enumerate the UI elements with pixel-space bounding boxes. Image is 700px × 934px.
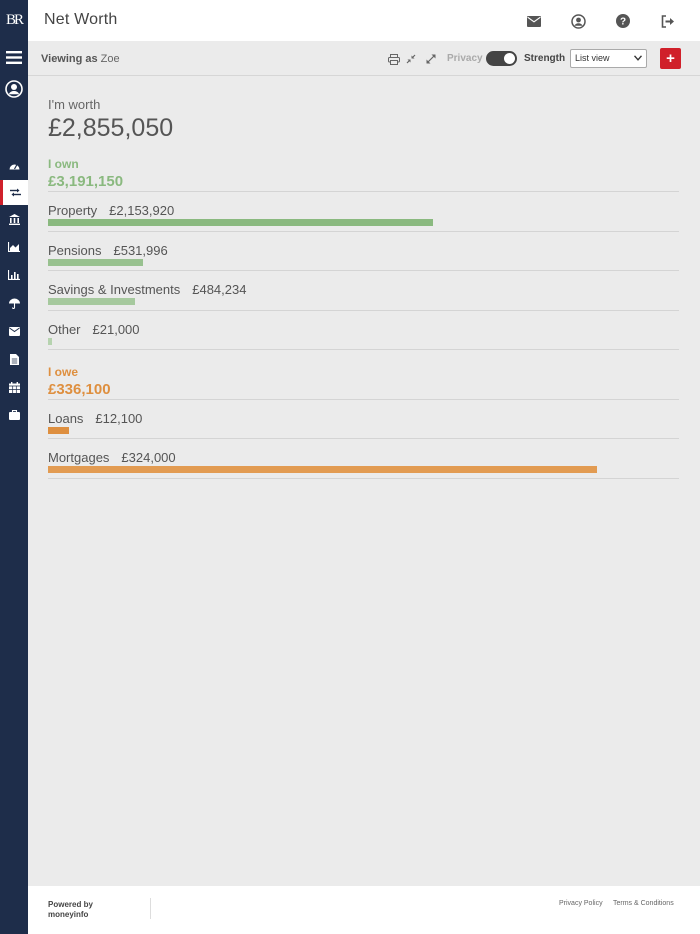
asset-name: Savings & Investments — [48, 282, 181, 297]
area-chart-icon[interactable] — [0, 240, 28, 254]
sidebar: BR — [0, 0, 28, 934]
transfer-arrows-icon[interactable] — [0, 180, 28, 205]
liability-name: Mortgages — [48, 450, 110, 465]
asset-bar-other — [48, 338, 52, 345]
expand-icon[interactable] — [424, 52, 438, 66]
view-mode-value: List view — [575, 53, 610, 63]
asset-row-savings[interactable]: Savings & Investments £484,234 — [48, 282, 246, 297]
asset-row-pensions[interactable]: Pensions £531,996 — [48, 243, 168, 258]
asset-amount: £21,000 — [92, 322, 140, 337]
divider — [48, 310, 679, 311]
liability-name: Loans — [48, 411, 84, 426]
viewing-as-label: Viewing as — [41, 53, 98, 65]
asset-row-other[interactable]: Other £21,000 — [48, 322, 140, 337]
view-mode-select[interactable]: List view — [570, 49, 647, 68]
brand-logo[interactable]: BR — [0, 0, 28, 41]
asset-bar-savings — [48, 298, 135, 305]
powered-by-label: Powered by — [48, 900, 93, 909]
asset-amount: £2,153,920 — [109, 203, 175, 218]
top-header: Net Worth ? — [28, 0, 700, 41]
plus-icon: + — [666, 50, 675, 67]
user-circle-icon[interactable] — [0, 80, 28, 98]
asset-bar-property — [48, 219, 433, 226]
asset-name: Other — [48, 322, 81, 337]
divider — [48, 191, 679, 192]
worth-label: I'm worth — [48, 97, 101, 112]
dashboard-icon[interactable] — [0, 158, 28, 172]
worth-value: £2,855,050 — [48, 114, 174, 142]
privacy-label: Privacy — [447, 53, 483, 64]
owe-total: £336,100 — [48, 381, 111, 398]
document-icon[interactable] — [0, 352, 28, 366]
logout-icon[interactable] — [658, 11, 678, 31]
own-section-label: I own — [48, 157, 79, 171]
powered-by: Powered by moneyinfo — [48, 900, 93, 920]
divider — [48, 270, 679, 271]
divider — [48, 399, 679, 400]
viewing-as: Viewing as Zoe — [41, 53, 120, 65]
divider — [48, 438, 679, 439]
divider — [48, 349, 679, 350]
help-question-icon[interactable]: ? — [613, 11, 633, 31]
asset-bar-pensions — [48, 259, 143, 266]
toggle-knob — [504, 53, 515, 64]
powered-by-brand[interactable]: moneyinfo — [48, 910, 93, 920]
compress-icon[interactable] — [404, 52, 418, 66]
liability-amount: £324,000 — [121, 450, 176, 465]
divider — [48, 231, 679, 232]
liability-row-mortgages[interactable]: Mortgages £324,000 — [48, 450, 176, 465]
umbrella-icon[interactable] — [0, 296, 28, 310]
asset-amount: £484,234 — [192, 282, 247, 297]
asset-name: Property — [48, 203, 98, 218]
svg-text:?: ? — [620, 17, 626, 28]
bar-chart-icon[interactable] — [0, 268, 28, 282]
divider — [48, 478, 679, 479]
asset-row-property[interactable]: Property £2,153,920 — [48, 203, 174, 218]
view-toolbar: Viewing as Zoe Privacy Strength List view… — [28, 41, 700, 76]
asset-name: Pensions — [48, 243, 102, 258]
asset-amount: £531,996 — [113, 243, 168, 258]
privacy-strength-toggle[interactable] — [486, 51, 517, 66]
envelope-icon[interactable] — [0, 324, 28, 338]
hamburger-menu-icon[interactable] — [0, 48, 28, 66]
calendar-icon[interactable] — [0, 380, 28, 394]
viewing-as-user[interactable]: Zoe — [101, 53, 120, 65]
account-user-icon[interactable] — [568, 11, 588, 31]
liability-amount: £12,100 — [95, 411, 143, 426]
liability-row-loans[interactable]: Loans £12,100 — [48, 411, 142, 426]
print-icon[interactable] — [387, 52, 401, 66]
liability-bar-loans — [48, 427, 69, 434]
footer: Powered by moneyinfo Privacy Policy Term… — [28, 886, 700, 934]
add-button[interactable]: + — [660, 48, 681, 69]
footer-divider — [150, 898, 151, 919]
bank-icon[interactable] — [0, 212, 28, 226]
briefcase-icon[interactable] — [0, 408, 28, 422]
strength-label: Strength — [524, 53, 566, 64]
messages-envelope-icon[interactable] — [524, 11, 544, 31]
page-title: Net Worth — [44, 11, 118, 28]
own-total: £3,191,150 — [48, 173, 124, 190]
privacy-policy-link[interactable]: Privacy Policy — [559, 900, 603, 907]
terms-conditions-link[interactable]: Terms & Conditions — [613, 900, 674, 907]
owe-section-label: I owe — [48, 365, 79, 379]
liability-bar-mortgages — [48, 466, 597, 473]
chevron-down-icon — [633, 54, 643, 63]
